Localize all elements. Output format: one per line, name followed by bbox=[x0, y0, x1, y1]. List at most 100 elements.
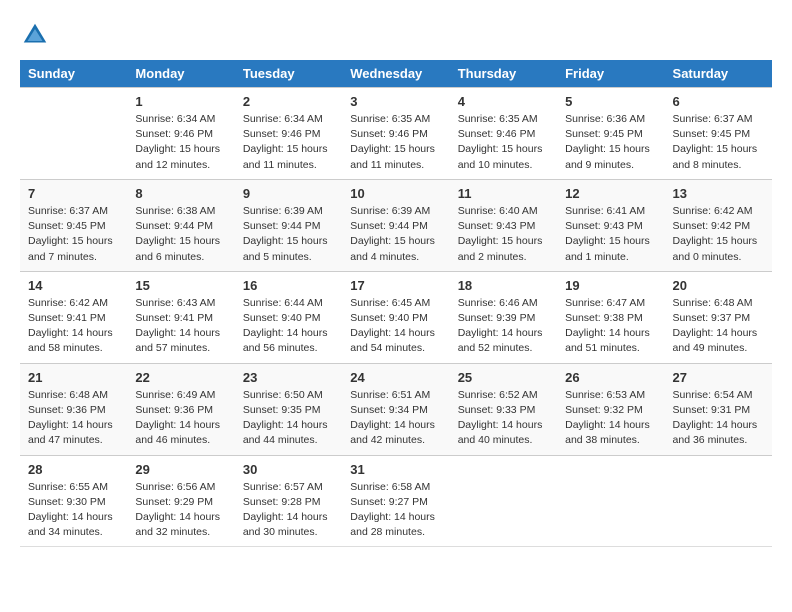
day-info: Sunrise: 6:34 AM Sunset: 9:46 PM Dayligh… bbox=[243, 112, 334, 173]
day-info: Sunrise: 6:35 AM Sunset: 9:46 PM Dayligh… bbox=[350, 112, 441, 173]
day-info: Sunrise: 6:51 AM Sunset: 9:34 PM Dayligh… bbox=[350, 388, 441, 449]
calendar-cell: 5 Sunrise: 6:36 AM Sunset: 9:45 PM Daylig… bbox=[557, 88, 664, 180]
calendar-cell: 12 Sunrise: 6:41 AM Sunset: 9:43 PM Dayli… bbox=[557, 179, 664, 271]
calendar-cell: 18 Sunrise: 6:46 AM Sunset: 9:39 PM Dayli… bbox=[450, 271, 557, 363]
header-cell-tuesday: Tuesday bbox=[235, 60, 342, 88]
day-info: Sunrise: 6:47 AM Sunset: 9:38 PM Dayligh… bbox=[565, 296, 656, 357]
calendar-cell bbox=[665, 455, 772, 547]
day-number: 11 bbox=[458, 186, 549, 201]
week-row-1: 1 Sunrise: 6:34 AM Sunset: 9:46 PM Daylig… bbox=[20, 88, 772, 180]
calendar-cell: 8 Sunrise: 6:38 AM Sunset: 9:44 PM Daylig… bbox=[127, 179, 234, 271]
day-info: Sunrise: 6:43 AM Sunset: 9:41 PM Dayligh… bbox=[135, 296, 226, 357]
day-info: Sunrise: 6:48 AM Sunset: 9:37 PM Dayligh… bbox=[673, 296, 764, 357]
day-info: Sunrise: 6:40 AM Sunset: 9:43 PM Dayligh… bbox=[458, 204, 549, 265]
day-info: Sunrise: 6:37 AM Sunset: 9:45 PM Dayligh… bbox=[28, 204, 119, 265]
day-number: 22 bbox=[135, 370, 226, 385]
day-info: Sunrise: 6:35 AM Sunset: 9:46 PM Dayligh… bbox=[458, 112, 549, 173]
day-number: 4 bbox=[458, 94, 549, 109]
calendar-cell: 25 Sunrise: 6:52 AM Sunset: 9:33 PM Dayli… bbox=[450, 363, 557, 455]
day-number: 9 bbox=[243, 186, 334, 201]
calendar-cell: 26Sunrise: 6:53 AM Sunset: 9:32 PM Dayli… bbox=[557, 363, 664, 455]
header-cell-monday: Monday bbox=[127, 60, 234, 88]
day-number: 6 bbox=[673, 94, 764, 109]
day-info: Sunrise: 6:58 AM Sunset: 9:27 PM Dayligh… bbox=[350, 480, 441, 541]
calendar-cell: 29 Sunrise: 6:56 AM Sunset: 9:29 PM Dayli… bbox=[127, 455, 234, 547]
day-number: 1 bbox=[135, 94, 226, 109]
calendar-cell: 2 Sunrise: 6:34 AM Sunset: 9:46 PM Daylig… bbox=[235, 88, 342, 180]
logo bbox=[20, 20, 54, 50]
calendar-cell: 23 Sunrise: 6:50 AM Sunset: 9:35 PM Dayli… bbox=[235, 363, 342, 455]
day-number: 27 bbox=[673, 370, 764, 385]
day-number: 30 bbox=[243, 462, 334, 477]
day-number: 2 bbox=[243, 94, 334, 109]
day-info: Sunrise: 6:37 AM Sunset: 9:45 PM Dayligh… bbox=[673, 112, 764, 173]
day-info: Sunrise: 6:48 AM Sunset: 9:36 PM Dayligh… bbox=[28, 388, 119, 449]
day-number: 13 bbox=[673, 186, 764, 201]
day-info: Sunrise: 6:50 AM Sunset: 9:35 PM Dayligh… bbox=[243, 388, 334, 449]
day-number: 20 bbox=[673, 278, 764, 293]
week-row-4: 21 Sunrise: 6:48 AM Sunset: 9:36 PM Dayli… bbox=[20, 363, 772, 455]
day-number: 12 bbox=[565, 186, 656, 201]
calendar-body: 1 Sunrise: 6:34 AM Sunset: 9:46 PM Daylig… bbox=[20, 88, 772, 547]
day-number: 8 bbox=[135, 186, 226, 201]
day-number: 28 bbox=[28, 462, 119, 477]
calendar-cell bbox=[557, 455, 664, 547]
day-number: 29 bbox=[135, 462, 226, 477]
day-number: 23 bbox=[243, 370, 334, 385]
header-cell-thursday: Thursday bbox=[450, 60, 557, 88]
day-info: Sunrise: 6:38 AM Sunset: 9:44 PM Dayligh… bbox=[135, 204, 226, 265]
calendar-cell: 6 Sunrise: 6:37 AM Sunset: 9:45 PM Daylig… bbox=[665, 88, 772, 180]
calendar-cell: 11 Sunrise: 6:40 AM Sunset: 9:43 PM Dayli… bbox=[450, 179, 557, 271]
day-info: Sunrise: 6:44 AM Sunset: 9:40 PM Dayligh… bbox=[243, 296, 334, 357]
calendar-cell bbox=[450, 455, 557, 547]
calendar-cell: 19 Sunrise: 6:47 AM Sunset: 9:38 PM Dayli… bbox=[557, 271, 664, 363]
day-number: 14 bbox=[28, 278, 119, 293]
calendar-cell bbox=[20, 88, 127, 180]
day-info: Sunrise: 6:42 AM Sunset: 9:41 PM Dayligh… bbox=[28, 296, 119, 357]
calendar-cell: 16 Sunrise: 6:44 AM Sunset: 9:40 PM Dayli… bbox=[235, 271, 342, 363]
calendar-cell: 1 Sunrise: 6:34 AM Sunset: 9:46 PM Daylig… bbox=[127, 88, 234, 180]
calendar-cell: 30 Sunrise: 6:57 AM Sunset: 9:28 PM Dayli… bbox=[235, 455, 342, 547]
day-number: 25 bbox=[458, 370, 549, 385]
day-info: Sunrise: 6:39 AM Sunset: 9:44 PM Dayligh… bbox=[350, 204, 441, 265]
day-info: Sunrise: 6:54 AM Sunset: 9:31 PM Dayligh… bbox=[673, 388, 764, 449]
calendar-cell: 21 Sunrise: 6:48 AM Sunset: 9:36 PM Dayli… bbox=[20, 363, 127, 455]
day-number: 15 bbox=[135, 278, 226, 293]
day-info: Sunrise: 6:42 AM Sunset: 9:42 PM Dayligh… bbox=[673, 204, 764, 265]
day-info: Sunrise: 6:41 AM Sunset: 9:43 PM Dayligh… bbox=[565, 204, 656, 265]
day-number: 17 bbox=[350, 278, 441, 293]
header-row: SundayMondayTuesdayWednesdayThursdayFrid… bbox=[20, 60, 772, 88]
day-number: 5 bbox=[565, 94, 656, 109]
logo-icon bbox=[20, 20, 50, 50]
day-info: Sunrise: 6:49 AM Sunset: 9:36 PM Dayligh… bbox=[135, 388, 226, 449]
calendar-cell: 14 Sunrise: 6:42 AM Sunset: 9:41 PM Dayli… bbox=[20, 271, 127, 363]
page-header bbox=[20, 20, 772, 50]
day-number: 16 bbox=[243, 278, 334, 293]
header-cell-saturday: Saturday bbox=[665, 60, 772, 88]
day-number: 10 bbox=[350, 186, 441, 201]
day-info: Sunrise: 6:52 AM Sunset: 9:33 PM Dayligh… bbox=[458, 388, 549, 449]
header-cell-friday: Friday bbox=[557, 60, 664, 88]
calendar-cell: 22 Sunrise: 6:49 AM Sunset: 9:36 PM Dayli… bbox=[127, 363, 234, 455]
day-number: 26 bbox=[565, 370, 656, 385]
calendar-table: SundayMondayTuesdayWednesdayThursdayFrid… bbox=[20, 60, 772, 547]
day-info: Sunrise: 6:56 AM Sunset: 9:29 PM Dayligh… bbox=[135, 480, 226, 541]
day-number: 31 bbox=[350, 462, 441, 477]
calendar-cell: 4 Sunrise: 6:35 AM Sunset: 9:46 PM Daylig… bbox=[450, 88, 557, 180]
day-info: Sunrise: 6:39 AM Sunset: 9:44 PM Dayligh… bbox=[243, 204, 334, 265]
header-cell-wednesday: Wednesday bbox=[342, 60, 449, 88]
calendar-cell: 28Sunrise: 6:55 AM Sunset: 9:30 PM Dayli… bbox=[20, 455, 127, 547]
day-number: 19 bbox=[565, 278, 656, 293]
calendar-cell: 31 Sunrise: 6:58 AM Sunset: 9:27 PM Dayli… bbox=[342, 455, 449, 547]
day-info: Sunrise: 6:57 AM Sunset: 9:28 PM Dayligh… bbox=[243, 480, 334, 541]
day-info: Sunrise: 6:36 AM Sunset: 9:45 PM Dayligh… bbox=[565, 112, 656, 173]
calendar-header: SundayMondayTuesdayWednesdayThursdayFrid… bbox=[20, 60, 772, 88]
header-cell-sunday: Sunday bbox=[20, 60, 127, 88]
calendar-cell: 20 Sunrise: 6:48 AM Sunset: 9:37 PM Dayli… bbox=[665, 271, 772, 363]
day-info: Sunrise: 6:34 AM Sunset: 9:46 PM Dayligh… bbox=[135, 112, 226, 173]
day-info: Sunrise: 6:46 AM Sunset: 9:39 PM Dayligh… bbox=[458, 296, 549, 357]
day-number: 18 bbox=[458, 278, 549, 293]
day-number: 24 bbox=[350, 370, 441, 385]
day-info: Sunrise: 6:45 AM Sunset: 9:40 PM Dayligh… bbox=[350, 296, 441, 357]
day-number: 21 bbox=[28, 370, 119, 385]
